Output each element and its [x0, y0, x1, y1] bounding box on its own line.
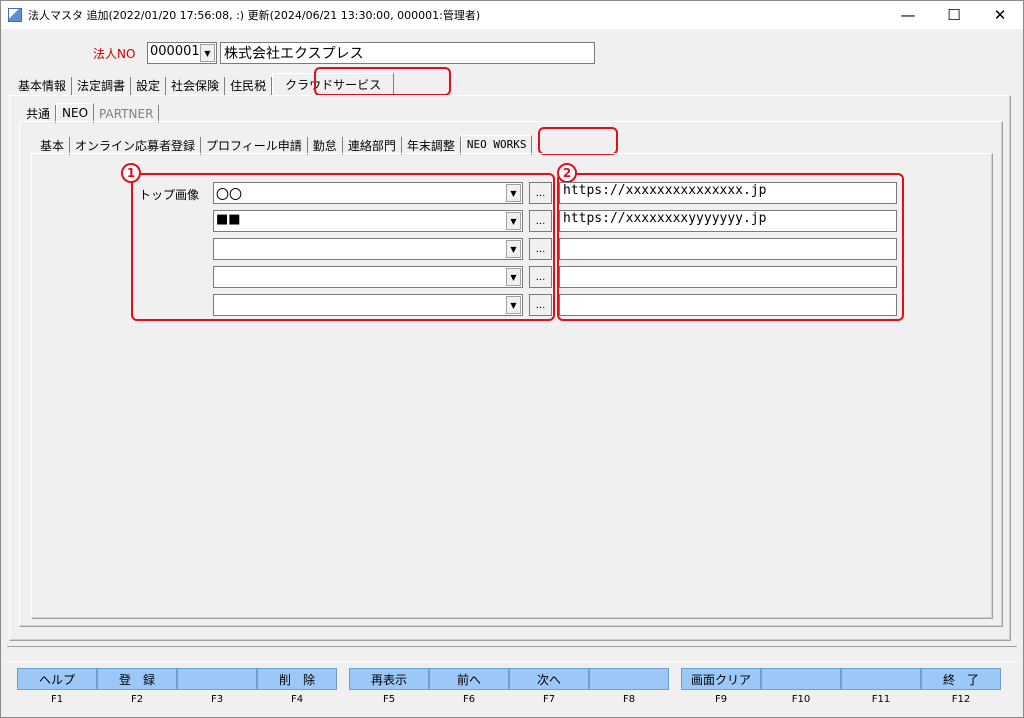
f7-next-button[interactable]: 次へ F7	[509, 668, 589, 710]
corp-no-label: 法人NO	[93, 47, 136, 61]
f1-help-button[interactable]: ヘルプ F1	[17, 668, 97, 710]
top-image-value-2: ■■	[216, 212, 241, 227]
service-tabs: 共通 NEO PARTNER	[21, 101, 160, 123]
f11-key: F11	[871, 694, 891, 705]
top-image-label: トップ画像	[139, 188, 200, 202]
app-icon	[8, 8, 22, 22]
f2-register-button[interactable]: 登 録 F2	[97, 668, 177, 710]
browse-button-4[interactable]: ...	[529, 266, 552, 288]
url-field-2[interactable]: https://xxxxxxxxyyyyyyy.jp	[559, 210, 897, 232]
chevron-down-icon[interactable]: ▼	[506, 296, 521, 314]
browse-button-2[interactable]: ...	[529, 210, 552, 232]
f9-label: 画面クリア	[681, 668, 761, 690]
f6-label: 前へ	[429, 668, 509, 690]
corp-no-select[interactable]: 000001 ▼	[147, 42, 217, 64]
minimize-button[interactable]: —	[885, 1, 931, 29]
corp-no-value: 000001	[150, 44, 200, 59]
tab-social-insurance[interactable]: 社会保険	[166, 77, 226, 95]
badge-1: 1	[121, 163, 141, 183]
top-image-select-5[interactable]: ▼	[213, 294, 523, 316]
f2-key: F2	[130, 694, 144, 705]
cloud-service-highlight	[314, 67, 451, 96]
neo-works-highlight	[538, 127, 618, 155]
f10-button[interactable]: F10	[761, 668, 841, 710]
function-key-bar: ヘルプ F1 登 録 F2 F3 削 除 F4 再表示 F5 前へ F6 次へ F7 F8 …	[7, 661, 1017, 713]
top-image-value-1: 〇〇	[216, 188, 243, 203]
top-image-select-4[interactable]: ▼	[213, 266, 523, 288]
tab-basic-info[interactable]: 基本情報	[13, 77, 73, 95]
top-image-select-2[interactable]: ■■ ▼	[213, 210, 523, 232]
chevron-down-icon[interactable]: ▼	[506, 240, 521, 258]
f8-button[interactable]: F8	[589, 668, 669, 710]
tab-settings[interactable]: 設定	[131, 77, 167, 95]
f12-label: 終 了	[921, 668, 1001, 690]
browse-button-3[interactable]: ...	[529, 238, 552, 260]
f4-delete-button[interactable]: 削 除 F4	[257, 668, 337, 710]
f1-label: ヘルプ	[17, 668, 97, 690]
f8-key: F8	[622, 694, 636, 705]
f12-exit-button[interactable]: 終 了 F12	[921, 668, 1001, 710]
browse-button-5[interactable]: ...	[529, 294, 552, 316]
f11-button[interactable]: F11	[841, 668, 921, 710]
f7-key: F7	[542, 694, 556, 705]
top-image-select-3[interactable]: ▼	[213, 238, 523, 260]
browse-button-1[interactable]: ...	[529, 182, 552, 204]
f10-key: F10	[791, 694, 811, 705]
f2-label: 登 録	[97, 668, 177, 690]
title-bar: 法人マスタ 追加(2022/01/20 17:56:08, :) 更新(2024…	[1, 1, 1023, 29]
top-image-select-1[interactable]: 〇〇 ▼	[213, 182, 523, 204]
neo-tabs: 基本 オンライン応募者登録 プロフィール申請 勤怠 連絡部門 年末調整 NEO …	[35, 133, 533, 155]
tab-neo-works[interactable]: NEO WORKS	[460, 135, 533, 155]
window-title: 法人マスタ 追加(2022/01/20 17:56:08, :) 更新(2024…	[28, 9, 481, 22]
tab-resident-tax[interactable]: 住民税	[225, 77, 273, 95]
url-field-3[interactable]	[559, 238, 897, 260]
f12-key: F12	[951, 694, 971, 705]
f7-label: 次へ	[509, 668, 589, 690]
f6-prev-button[interactable]: 前へ F6	[429, 668, 509, 710]
f3-button[interactable]: F3	[177, 668, 257, 710]
f5-key: F5	[382, 694, 396, 705]
f3-label	[177, 668, 257, 690]
client-area: 法人NO 000001 ▼ 株式会社エクスプレス 基本情報 法定調書 設定 社会…	[7, 33, 1017, 647]
chevron-down-icon[interactable]: ▼	[506, 212, 521, 230]
f6-key: F6	[462, 694, 476, 705]
f9-clear-button[interactable]: 画面クリア F9	[681, 668, 761, 710]
f11-label	[841, 668, 921, 690]
f10-label	[761, 668, 841, 690]
f5-label: 再表示	[349, 668, 429, 690]
chevron-down-icon[interactable]: ▼	[200, 44, 215, 62]
f5-refresh-button[interactable]: 再表示 F5	[349, 668, 429, 710]
f4-label: 削 除	[257, 668, 337, 690]
tab-neo[interactable]: NEO	[56, 103, 95, 123]
chevron-down-icon[interactable]: ▼	[506, 268, 521, 286]
tab-statutory[interactable]: 法定調書	[72, 77, 132, 95]
f3-key: F3	[210, 694, 224, 705]
chevron-down-icon[interactable]: ▼	[506, 184, 521, 202]
corp-name-field[interactable]: 株式会社エクスプレス	[220, 42, 595, 64]
url-field-4[interactable]	[559, 266, 897, 288]
f9-key: F9	[714, 694, 728, 705]
f1-key: F1	[50, 694, 64, 705]
f4-key: F4	[290, 694, 304, 705]
close-button[interactable]: ✕	[977, 1, 1023, 29]
url-field-1[interactable]: https://xxxxxxxxxxxxxxx.jp	[559, 182, 897, 204]
badge-2: 2	[557, 163, 577, 183]
url-field-5[interactable]	[559, 294, 897, 316]
maximize-button[interactable]: ☐	[931, 1, 977, 29]
app-window: 法人マスタ 追加(2022/01/20 17:56:08, :) 更新(2024…	[0, 0, 1024, 718]
f8-label	[589, 668, 669, 690]
